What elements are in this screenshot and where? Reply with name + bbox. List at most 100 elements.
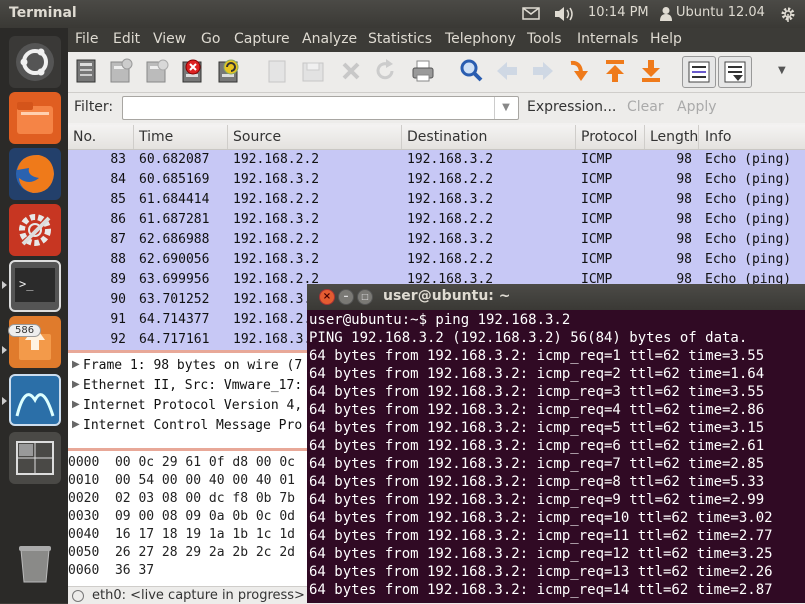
packet-cell-info: Echo (ping) bbox=[705, 152, 792, 167]
save-file-icon[interactable] bbox=[300, 58, 326, 84]
clear-button[interactable]: Clear bbox=[627, 99, 664, 115]
open-file-icon[interactable] bbox=[264, 58, 290, 84]
restart-capture-icon[interactable] bbox=[216, 58, 242, 84]
close-file-icon[interactable] bbox=[338, 58, 364, 84]
go-first-packet-icon[interactable] bbox=[602, 58, 628, 84]
expand-arrow-icon[interactable]: ▶ bbox=[72, 399, 80, 410]
files-folder-icon[interactable] bbox=[9, 92, 61, 144]
column-header-destination[interactable]: Destination bbox=[407, 129, 487, 145]
column-header-protocol[interactable]: Protocol bbox=[581, 129, 637, 145]
settings-icon[interactable] bbox=[9, 204, 61, 256]
stop-capture-icon[interactable] bbox=[180, 58, 206, 84]
terminal-line: 64 bytes from 192.168.3.2: icmp_req=9 tt… bbox=[309, 492, 765, 508]
bytes-row[interactable]: 0000 00 0c 29 61 0f d8 00 0c bbox=[68, 455, 295, 470]
packet-cell-proto: ICMP bbox=[581, 212, 613, 227]
bytes-row[interactable]: 0040 16 17 18 19 1a 1b 1c 1d bbox=[68, 527, 295, 542]
filter-dropdown-icon[interactable]: ▼ bbox=[494, 97, 517, 119]
terminal-line: 64 bytes from 192.168.3.2: icmp_req=1 tt… bbox=[309, 348, 765, 364]
workspace-switcher-icon[interactable] bbox=[9, 432, 61, 484]
trash-icon[interactable] bbox=[9, 536, 61, 588]
menu-file[interactable]: File bbox=[75, 31, 98, 47]
launcher: >_ 586 bbox=[0, 28, 68, 603]
auto-scroll-icon[interactable] bbox=[718, 56, 752, 88]
apply-button[interactable]: Apply bbox=[677, 99, 717, 115]
update-count-badge: 586 bbox=[8, 324, 42, 337]
start-capture-icon[interactable] bbox=[144, 58, 170, 84]
filter-input[interactable] bbox=[122, 96, 519, 120]
terminal-line: 64 bytes from 192.168.3.2: icmp_req=14 t… bbox=[309, 582, 773, 598]
bytes-row[interactable]: 0060 36 37 bbox=[68, 563, 154, 578]
column-header-info[interactable]: Info bbox=[705, 129, 732, 145]
packet-cell-info: Echo (ping) bbox=[705, 252, 792, 267]
expand-arrow-icon[interactable]: ▶ bbox=[72, 419, 80, 430]
menu-help[interactable]: Help bbox=[650, 31, 682, 47]
packet-row[interactable]: 88 62.690056 192.168.3.2 192.168.2.2 ICMP 98 E… bbox=[68, 250, 805, 271]
packet-cell-len: 98 bbox=[676, 192, 692, 207]
go-back-icon[interactable] bbox=[494, 58, 520, 84]
find-packet-icon[interactable] bbox=[458, 58, 484, 84]
user-menu[interactable]: Ubuntu 12.04 bbox=[676, 5, 765, 20]
go-forward-icon[interactable] bbox=[530, 58, 556, 84]
menu-telephony[interactable]: Telephony bbox=[445, 31, 516, 47]
packet-cell-dst: 192.168.2.2 bbox=[407, 172, 494, 187]
firefox-icon[interactable] bbox=[9, 148, 61, 200]
expand-arrow-icon[interactable]: ▶ bbox=[72, 379, 80, 390]
user-icon bbox=[659, 6, 673, 26]
packet-cell-dst: 192.168.3.2 bbox=[407, 232, 494, 247]
go-last-packet-icon[interactable] bbox=[638, 58, 664, 84]
terminal-icon[interactable]: >_ bbox=[9, 260, 61, 312]
gear-icon[interactable] bbox=[779, 5, 797, 27]
bytes-row[interactable]: 0030 09 00 08 09 0a 0b 0c 0d bbox=[68, 509, 295, 524]
clock[interactable]: 10:14 PM bbox=[588, 5, 649, 20]
minimize-icon[interactable]: – bbox=[338, 289, 354, 305]
bytes-row[interactable]: 0020 02 03 08 00 dc f8 0b 7b bbox=[68, 491, 295, 506]
terminal-line: 64 bytes from 192.168.3.2: icmp_req=8 tt… bbox=[309, 474, 765, 490]
close-icon[interactable]: × bbox=[319, 289, 335, 305]
expression-button[interactable]: Expression... bbox=[527, 99, 616, 115]
packet-cell-src: 192.168.3. bbox=[233, 292, 312, 307]
wireshark-icon[interactable] bbox=[9, 374, 61, 426]
packet-row[interactable]: 83 60.682087 192.168.2.2 192.168.3.2 ICMP 98 E… bbox=[68, 150, 805, 171]
packet-row[interactable]: 87 62.686988 192.168.2.2 192.168.3.2 ICMP 98 E… bbox=[68, 230, 805, 251]
toolbar-overflow-icon[interactable]: ▼ bbox=[778, 58, 804, 84]
menu-capture[interactable]: Capture bbox=[234, 31, 290, 47]
expert-info-icon[interactable] bbox=[72, 590, 84, 602]
packet-cell-proto: ICMP bbox=[581, 252, 613, 267]
terminal-titlebar[interactable]: × – □ user@ubuntu: ~ bbox=[307, 284, 805, 310]
packet-cell-dst: 192.168.2.2 bbox=[407, 212, 494, 227]
packet-row[interactable]: 84 60.685169 192.168.3.2 192.168.2.2 ICMP 98 E… bbox=[68, 170, 805, 191]
packet-row[interactable]: 86 61.687281 192.168.3.2 192.168.2.2 ICMP 98 E… bbox=[68, 210, 805, 231]
menu-tools[interactable]: Tools bbox=[527, 31, 562, 47]
interface-list-icon[interactable] bbox=[74, 58, 100, 84]
colorize-icon[interactable] bbox=[682, 56, 716, 88]
packet-row[interactable]: 85 61.684414 192.168.2.2 192.168.3.2 ICMP 98 E… bbox=[68, 190, 805, 211]
bytes-row[interactable]: 0010 00 54 00 00 40 00 40 01 bbox=[68, 473, 295, 488]
column-header-source[interactable]: Source bbox=[233, 129, 281, 145]
menu-internals[interactable]: Internals bbox=[577, 31, 638, 47]
menu-edit[interactable]: Edit bbox=[113, 31, 140, 47]
bytes-row[interactable]: 0050 26 27 28 29 2a 2b 2c 2d bbox=[68, 545, 295, 560]
maximize-icon[interactable]: □ bbox=[357, 289, 373, 305]
packet-cell-no: 87 bbox=[110, 232, 126, 247]
packet-cell-proto: ICMP bbox=[581, 172, 613, 187]
column-header-no[interactable]: No. bbox=[73, 129, 96, 145]
capture-options-icon[interactable] bbox=[108, 58, 134, 84]
expand-arrow-icon[interactable]: ▶ bbox=[72, 359, 80, 370]
terminal-line: 64 bytes from 192.168.3.2: icmp_req=13 t… bbox=[309, 564, 773, 580]
terminal-title: user@ubuntu: ~ bbox=[383, 288, 511, 304]
go-to-packet-icon[interactable] bbox=[566, 58, 592, 84]
menu-view[interactable]: View bbox=[153, 31, 186, 47]
print-icon[interactable] bbox=[410, 58, 436, 84]
volume-icon[interactable] bbox=[554, 6, 576, 26]
main-toolbar: ▼ bbox=[68, 52, 805, 93]
mail-icon[interactable] bbox=[522, 7, 540, 24]
dash-button[interactable] bbox=[9, 36, 61, 88]
menu-analyze[interactable]: Analyze bbox=[302, 31, 357, 47]
menu-go[interactable]: Go bbox=[201, 31, 220, 47]
reload-icon[interactable] bbox=[372, 58, 398, 84]
menu-statistics[interactable]: Statistics bbox=[368, 31, 432, 47]
packet-cell-src: 192.168.2.2 bbox=[233, 152, 320, 167]
terminal-window: × – □ user@ubuntu: ~ user@ubuntu:~$ ping… bbox=[307, 284, 805, 603]
column-header-length[interactable]: Length bbox=[650, 129, 698, 145]
column-header-time[interactable]: Time bbox=[139, 129, 173, 145]
